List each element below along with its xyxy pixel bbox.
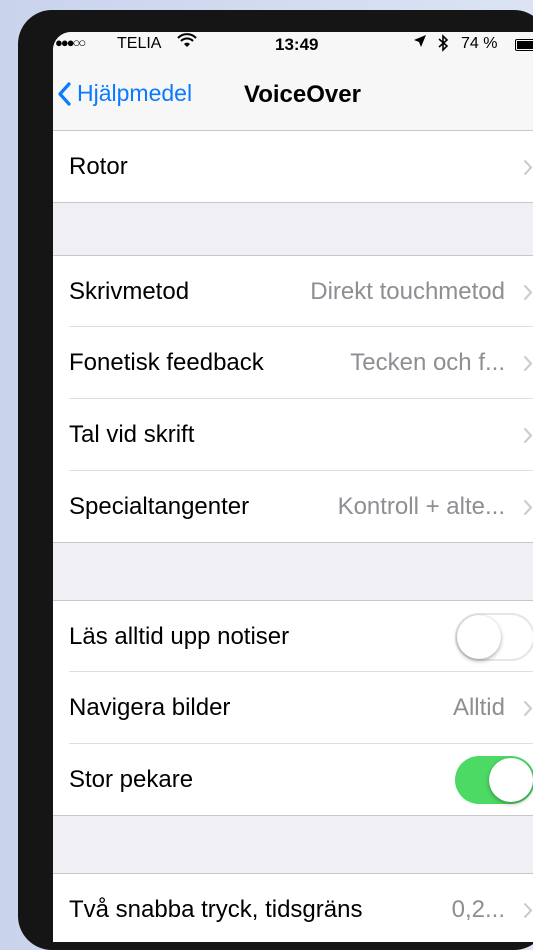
row-value: Alltid [452, 694, 505, 721]
phone-frame: ●●●○○ TELIA 13:49 74 % Hjälpmedel VoiceO… [18, 10, 533, 950]
row-label: Specialtangenter [69, 493, 250, 520]
signal-strength: ●●●○○ [55, 35, 86, 50]
chevron-right-icon [523, 700, 533, 717]
page-title: VoiceOver [244, 81, 361, 108]
row-navigera-bilder[interactable]: Navigera bilder Alltid [53, 672, 533, 744]
row-label: Läs alltid upp notiser [69, 623, 290, 650]
notiser-toggle[interactable] [455, 613, 533, 661]
row-skrivmetod[interactable]: Skrivmetod Direkt touchmetod [53, 255, 533, 327]
row-label: Tal vid skrift [69, 421, 195, 448]
row-label: Rotor [69, 153, 128, 180]
row-label: Skrivmetod [69, 278, 190, 305]
row-stor-pekare: Stor pekare [53, 744, 533, 816]
row-value: Tecken och f... [350, 349, 505, 376]
wifi-icon [177, 33, 197, 54]
clock: 13:49 [275, 35, 319, 54]
carrier-name: TELIA [117, 35, 162, 52]
battery-fill [517, 41, 533, 49]
toggle-knob [457, 615, 501, 659]
chevron-right-icon [523, 902, 533, 919]
row-label: Navigera bilder [69, 694, 231, 721]
chevron-right-icon [523, 427, 533, 444]
back-button[interactable]: Hjälpmedel [57, 80, 192, 107]
location-icon [413, 34, 427, 52]
chevron-right-icon [523, 159, 533, 176]
chevron-left-icon [58, 81, 71, 106]
stor-pekare-toggle[interactable] [455, 756, 533, 804]
row-specialtangenter[interactable]: Specialtangenter Kontroll + alte... [53, 471, 533, 543]
battery-icon [515, 39, 533, 51]
bluetooth-icon [437, 34, 449, 56]
back-button-label: Hjälpmedel [77, 80, 193, 106]
row-tal-vid-skrift[interactable]: Tal vid skrift [53, 399, 533, 471]
navigation-bar: Hjälpmedel VoiceOver [53, 58, 533, 131]
chevron-right-icon [523, 499, 533, 516]
row-label: Fonetisk feedback [69, 349, 264, 376]
chevron-right-icon [523, 355, 533, 372]
toggle-knob [489, 758, 533, 802]
battery-percent: 74 % [461, 35, 498, 52]
status-bar: ●●●○○ TELIA 13:49 74 % [53, 32, 533, 58]
row-rotor[interactable]: Rotor [53, 131, 533, 203]
row-las-alltid-upp-notiser: Läs alltid upp notiser [53, 600, 533, 672]
screen: ●●●○○ TELIA 13:49 74 % Hjälpmedel VoiceO… [53, 32, 533, 942]
chevron-right-icon [523, 284, 533, 301]
row-label: Stor pekare [69, 766, 194, 793]
row-fonetisk-feedback[interactable]: Fonetisk feedback Tecken och f... [53, 327, 533, 399]
row-value: Kontroll + alte... [337, 493, 505, 520]
row-value: Direkt touchmetod [310, 278, 505, 305]
